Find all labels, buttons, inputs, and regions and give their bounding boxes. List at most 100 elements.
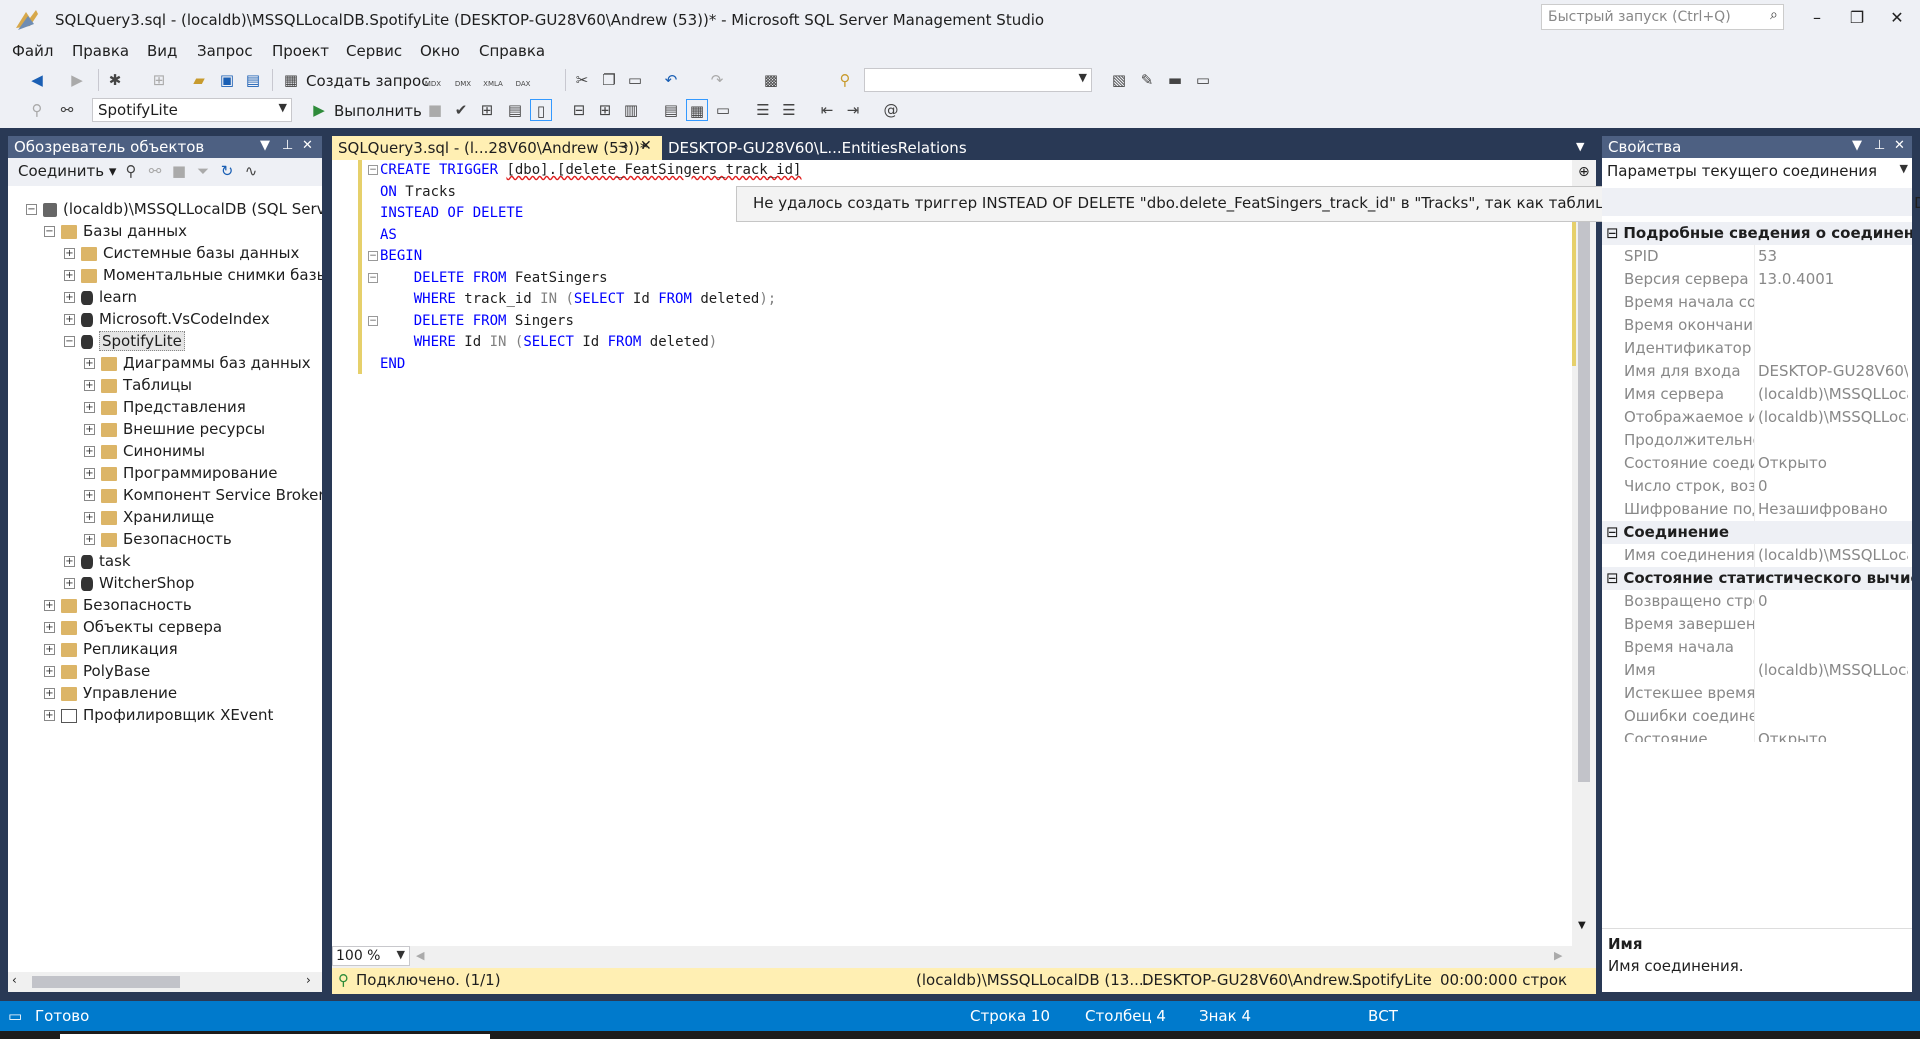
pin-icon[interactable]: ⊥	[282, 138, 293, 153]
properties-dropdown-icon[interactable]: ▼	[1852, 138, 1862, 153]
column-divider[interactable]	[1754, 268, 1755, 291]
tree-node[interactable]: + Управление	[44, 682, 177, 704]
column-divider[interactable]	[1754, 291, 1755, 314]
property-row[interactable]: Время окончания	[1602, 314, 1912, 337]
expand-icon[interactable]: +	[44, 688, 55, 699]
redo-icon[interactable]: ↷	[706, 69, 728, 91]
property-row[interactable]: Имя (localdb)\MSSQLLocalD	[1602, 659, 1912, 682]
scroll-right-icon[interactable]: ›	[306, 973, 311, 987]
tree-node[interactable]: − (localdb)\MSSQLLocalDB (SQL Server 13	[26, 198, 322, 220]
live-stats-icon[interactable]: ⊞	[594, 99, 616, 121]
tree-node[interactable]: + WitcherShop	[64, 572, 194, 594]
decrease-indent-icon[interactable]: ⇤	[816, 99, 838, 121]
property-row[interactable]: Возвращено стро 0	[1602, 590, 1912, 613]
tree-node[interactable]: + Профилировщик XEvent	[44, 704, 273, 726]
collapse-icon[interactable]: ⊟	[1606, 569, 1623, 587]
toolbox-icon[interactable]: ▬	[1164, 69, 1186, 91]
disconnect-icon[interactable]: ⚯	[144, 160, 166, 182]
properties-pin-icon[interactable]: ⊥	[1874, 138, 1885, 153]
property-row[interactable]: Время начала сое	[1602, 291, 1912, 314]
tree-node[interactable]: + Безопасность	[44, 594, 192, 616]
column-divider[interactable]	[1754, 452, 1755, 475]
property-row[interactable]: Число строк, возв 0	[1602, 475, 1912, 498]
vertical-scrollbar[interactable]: ⊕ ▼	[1572, 160, 1596, 946]
expand-icon[interactable]: +	[84, 490, 95, 501]
tree-node[interactable]: + Программирование	[84, 462, 277, 484]
menu-window[interactable]: Окно	[420, 42, 460, 60]
save-all-icon[interactable]: ▤	[242, 69, 264, 91]
dmx-query-icon[interactable]: DMX	[452, 69, 474, 91]
property-row[interactable]: Версия сервера 13.0.4001	[1602, 268, 1912, 291]
expand-icon[interactable]: +	[44, 622, 55, 633]
property-category[interactable]: ⊟ Состояние статистического вычисления	[1602, 567, 1912, 590]
collapse-icon[interactable]: −	[64, 336, 75, 347]
property-row[interactable]: Время завершени	[1602, 613, 1912, 636]
client-stats-icon[interactable]: ▥	[620, 99, 642, 121]
code-line[interactable]: DELETE FROM FeatSingers	[380, 268, 608, 289]
code-line[interactable]: ON Tracks	[380, 182, 456, 203]
code-line[interactable]: BEGIN	[380, 246, 422, 267]
results-grid-icon[interactable]: ▦	[686, 99, 708, 121]
tree-node[interactable]: + task	[64, 550, 131, 572]
code-line[interactable]: DELETE FROM Singers	[380, 311, 574, 332]
parse-icon[interactable]: ✔	[450, 99, 472, 121]
tab-sqlquery3[interactable]: SQLQuery3.sql - (l...28V60\Andrew (53))*…	[332, 136, 662, 160]
tree-node[interactable]: + Хранилище	[84, 506, 214, 528]
properties-icon[interactable]: ✎	[1136, 69, 1158, 91]
column-divider[interactable]	[1754, 383, 1755, 406]
code-line[interactable]: INSTEAD OF DELETE	[380, 203, 523, 224]
column-divider[interactable]	[1754, 728, 1755, 742]
column-divider[interactable]	[1754, 659, 1755, 682]
paste-icon[interactable]: ▭	[624, 69, 646, 91]
properties-object-selector[interactable]: Параметры текущего соединения ▼	[1602, 160, 1912, 184]
template-explorer-icon[interactable]: ▭	[1192, 69, 1214, 91]
execute-button[interactable]: Выполнить	[334, 102, 422, 120]
find-combo[interactable]: ▼	[864, 68, 1092, 92]
expand-icon[interactable]: +	[44, 644, 55, 655]
expand-icon[interactable]: +	[44, 666, 55, 677]
open-file-icon[interactable]: ▰	[188, 69, 210, 91]
property-row[interactable]: Идентификатор тр	[1602, 337, 1912, 360]
property-row[interactable]: Время начала	[1602, 636, 1912, 659]
code-line[interactable]: WHERE track_id IN (SELECT Id FROM delete…	[380, 289, 777, 310]
tab-pin-icon[interactable]: ⊸	[618, 139, 628, 153]
connect-icon[interactable]: ⚲	[26, 99, 48, 121]
property-row[interactable]: SPID 53	[1602, 245, 1912, 268]
expand-icon[interactable]: +	[64, 292, 75, 303]
maximize-button[interactable]: ❐	[1842, 6, 1872, 30]
dax-query-icon[interactable]: DAX	[512, 69, 534, 91]
expand-icon[interactable]: +	[64, 248, 75, 259]
filter-icon[interactable]: ⏷	[192, 160, 214, 182]
expand-icon[interactable]: +	[64, 270, 75, 281]
stop-icon[interactable]: ■	[168, 160, 190, 182]
increase-indent-icon[interactable]: ⇥	[842, 99, 864, 121]
column-divider[interactable]	[1754, 682, 1755, 705]
column-divider[interactable]	[1754, 314, 1755, 337]
search-icon[interactable]: ⌕	[1770, 7, 1778, 23]
undo-icon[interactable]: ↶	[660, 69, 682, 91]
fold-icon[interactable]: −	[368, 251, 378, 261]
property-category[interactable]: ⊟ Подробные сведения о соединении	[1602, 222, 1912, 245]
scroll-left-icon[interactable]: ‹	[12, 973, 17, 987]
connect-dropdown[interactable]: Соединить ▾	[18, 162, 116, 180]
column-divider[interactable]	[1754, 636, 1755, 659]
cut-icon[interactable]: ✂	[571, 69, 593, 91]
change-connection-icon[interactable]: ⚯	[56, 99, 78, 121]
property-row[interactable]: Имя соединения(localdb)\MSSQLLocalD	[1602, 544, 1912, 567]
column-divider[interactable]	[1754, 245, 1755, 268]
fold-icon[interactable]: −	[368, 165, 378, 175]
minimize-button[interactable]: –	[1802, 6, 1832, 30]
horizontal-scrollbar[interactable]: ‹ ›	[8, 972, 322, 992]
menu-file[interactable]: Файл	[12, 42, 53, 60]
column-divider[interactable]	[1754, 613, 1755, 636]
code-line[interactable]: END	[380, 354, 405, 375]
menu-tools[interactable]: Сервис	[346, 42, 402, 60]
collapse-icon[interactable]: ⊟	[1606, 224, 1623, 242]
expand-icon[interactable]: +	[84, 468, 95, 479]
menu-query[interactable]: Запрос	[197, 42, 253, 60]
column-divider[interactable]	[1754, 475, 1755, 498]
tab-close-icon[interactable]: ✕	[640, 138, 652, 154]
expand-icon[interactable]: +	[44, 710, 55, 721]
tree-node[interactable]: − SpotifyLite	[64, 330, 185, 352]
tree-node[interactable]: − Базы данных	[44, 220, 187, 242]
